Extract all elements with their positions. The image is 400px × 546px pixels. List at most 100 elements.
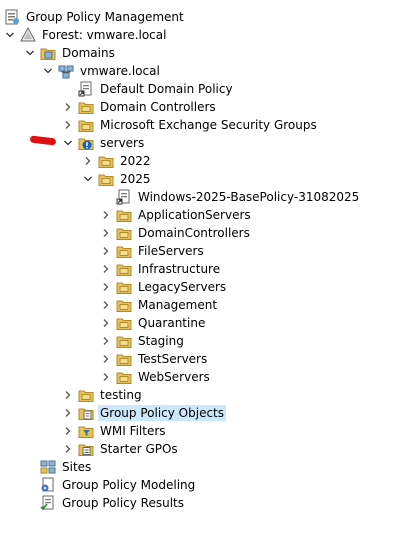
tree-node-label: Domains xyxy=(62,46,115,60)
chevron-right-icon[interactable] xyxy=(100,206,112,224)
ou-folder-icon xyxy=(98,171,114,187)
results-icon xyxy=(40,495,56,511)
tree-node-ou[interactable]: Infrastructure xyxy=(100,260,222,278)
tree-node-testing[interactable]: testing xyxy=(62,386,144,404)
tree-node-label: Group Policy Management xyxy=(26,10,184,24)
ou-folder-icon xyxy=(116,351,132,367)
tree-node-label: Group Policy Modeling xyxy=(62,478,196,492)
gpm-root-icon xyxy=(4,9,20,25)
chevron-right-icon[interactable] xyxy=(62,440,74,458)
chevron-right-icon[interactable] xyxy=(100,332,112,350)
tree-node-label: WMI Filters xyxy=(100,424,166,438)
gpo-link-icon xyxy=(78,81,94,97)
chevron-right-icon[interactable] xyxy=(62,98,74,116)
ou-folder-icon xyxy=(78,387,94,403)
tree-node-ou[interactable]: FileServers xyxy=(100,242,206,260)
tree-node-label: Sites xyxy=(62,460,92,474)
tree-node-label: Default Domain Policy xyxy=(100,82,233,96)
tree-node-starter-gpos[interactable]: Starter GPOs xyxy=(62,440,180,458)
wmi-filter-icon xyxy=(78,423,94,439)
chevron-right-icon[interactable] xyxy=(100,242,112,260)
chevron-down-icon[interactable] xyxy=(24,44,36,62)
chevron-right-icon[interactable] xyxy=(100,350,112,368)
tree-node-label: Staging xyxy=(138,334,184,348)
tree-node-label: Starter GPOs xyxy=(100,442,178,456)
tree-node-ou[interactable]: Quarantine xyxy=(100,314,207,332)
tree-node-ou[interactable]: Staging xyxy=(100,332,186,350)
tree-node-label: WebServers xyxy=(138,370,210,384)
tree-node-ou[interactable]: WebServers xyxy=(100,368,212,386)
chevron-right-icon[interactable] xyxy=(82,152,94,170)
tree-node-sites[interactable]: Sites xyxy=(40,458,93,476)
tree-node-servers[interactable]: servers xyxy=(62,134,146,152)
chevron-right-icon[interactable] xyxy=(100,296,112,314)
tree-node-default-domain-policy[interactable]: Default Domain Policy xyxy=(78,80,235,98)
chevron-down-icon[interactable] xyxy=(62,134,74,152)
tree-node-2025[interactable]: 2025 xyxy=(82,170,153,188)
tree-node-forest[interactable]: Forest: vmware.local xyxy=(4,26,168,44)
ou-folder-icon xyxy=(116,261,132,277)
tree-node-group-policy-objects[interactable]: Group Policy Objects xyxy=(62,404,227,422)
tree-node-domain[interactable]: vmware.local xyxy=(42,62,162,80)
tree-node-label: FileServers xyxy=(138,244,204,258)
tree-node-label: Group Policy Objects xyxy=(98,405,227,421)
ou-folder-icon xyxy=(116,369,132,385)
tree-node-ou[interactable]: TestServers xyxy=(100,350,209,368)
chevron-right-icon[interactable] xyxy=(62,422,74,440)
tree-node-label: Group Policy Results xyxy=(62,496,185,510)
tree-node-label: vmware.local xyxy=(80,64,160,78)
ou-folder-icon xyxy=(116,333,132,349)
tree-node-ou[interactable]: ApplicationServers xyxy=(100,206,253,224)
starter-gpo-icon xyxy=(78,441,94,457)
chevron-down-icon[interactable] xyxy=(82,170,94,188)
tree-node-label: Microsoft Exchange Security Groups xyxy=(100,118,317,132)
tree-node-gp-results[interactable]: Group Policy Results xyxy=(40,494,186,512)
gpo-link-icon xyxy=(116,189,132,205)
sites-icon xyxy=(40,459,56,475)
chevron-right-icon[interactable] xyxy=(62,116,74,134)
tree-node-wmi-filters[interactable]: WMI Filters xyxy=(62,422,168,440)
ou-folder-blocked-icon xyxy=(78,135,94,151)
tree-node-label: servers xyxy=(100,136,145,150)
tree-node-label: 2025 xyxy=(120,172,151,186)
tree-node-ou[interactable]: DomainControllers xyxy=(100,224,252,242)
domains-folder-icon xyxy=(40,45,56,61)
tree-node-ou[interactable]: LegacyServers xyxy=(100,278,228,296)
modeling-icon xyxy=(40,477,56,493)
tree-node-label: LegacyServers xyxy=(138,280,227,294)
tree-node-label: DomainControllers xyxy=(138,226,250,240)
tree-node-label: TestServers xyxy=(138,352,208,366)
ou-folder-icon xyxy=(116,297,132,313)
ou-folder-icon xyxy=(116,207,132,223)
tree-node-label: Quarantine xyxy=(138,316,206,330)
tree-node-label: Domain Controllers xyxy=(100,100,216,114)
chevron-down-icon[interactable] xyxy=(4,26,16,44)
chevron-right-icon[interactable] xyxy=(100,314,112,332)
tree-node-gp-modeling[interactable]: Group Policy Modeling xyxy=(40,476,197,494)
chevron-right-icon[interactable] xyxy=(100,368,112,386)
tree-node-ou[interactable]: Management xyxy=(100,296,219,314)
chevron-right-icon[interactable] xyxy=(62,386,74,404)
tree-node-basepolicy[interactable]: Windows-2025-BasePolicy-31082025 xyxy=(116,188,361,206)
gpo-container-icon xyxy=(78,405,94,421)
chevron-down-icon[interactable] xyxy=(42,62,54,80)
chevron-right-icon[interactable] xyxy=(100,224,112,242)
domain-icon xyxy=(58,63,74,79)
tree-node-label: Windows-2025-BasePolicy-31082025 xyxy=(138,190,360,204)
chevron-right-icon[interactable] xyxy=(62,404,74,422)
forest-icon xyxy=(20,27,36,43)
tree-node-domains[interactable]: Domains xyxy=(24,44,117,62)
tree-node-exchange-security-groups[interactable]: Microsoft Exchange Security Groups xyxy=(62,116,319,134)
tree-node-label: Management xyxy=(138,298,218,312)
tree-node-root[interactable]: Group Policy Management xyxy=(4,8,186,26)
ou-folder-icon xyxy=(78,99,94,115)
ou-folder-icon xyxy=(116,225,132,241)
annotation-mark xyxy=(29,135,57,146)
tree-node-label: Forest: vmware.local xyxy=(42,28,167,42)
chevron-right-icon[interactable] xyxy=(100,278,112,296)
ou-folder-icon xyxy=(116,279,132,295)
ou-folder-icon xyxy=(116,243,132,259)
chevron-right-icon[interactable] xyxy=(100,260,112,278)
tree-node-2022[interactable]: 2022 xyxy=(82,152,153,170)
tree-node-domain-controllers[interactable]: Domain Controllers xyxy=(62,98,218,116)
